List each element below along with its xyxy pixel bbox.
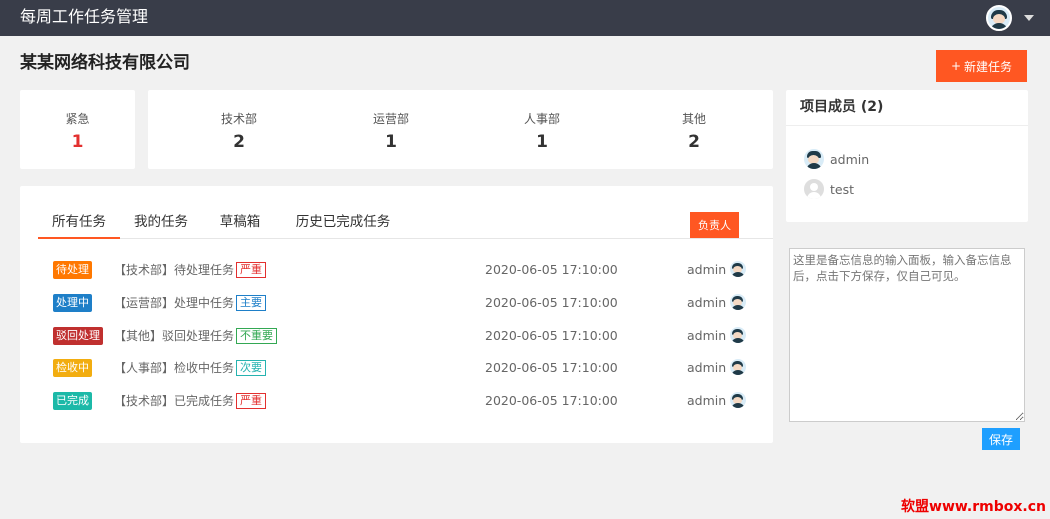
stat-value: 1: [536, 132, 548, 152]
owner-avatar-icon: [729, 391, 747, 409]
task-title[interactable]: 【技术部】已完成任务 严重: [114, 392, 267, 410]
task-owner: admin: [687, 393, 727, 408]
stat-tech: 技术部 2: [178, 90, 300, 169]
task-row[interactable]: 待处理 【技术部】待处理任务 严重 2020-06-05 17:10:00 adm…: [20, 254, 773, 286]
task-tabs: 所有任务 我的任务 草稿箱 历史已完成任务: [38, 208, 773, 239]
stat-operations: 运营部 1: [330, 90, 452, 169]
task-title[interactable]: 【其他】驳回处理任务 不重要: [114, 327, 278, 345]
task-panel: 所有任务 我的任务 草稿箱 历史已完成任务 负责人 待处理 【技术部】待处理任务…: [20, 186, 773, 443]
task-owner: admin: [687, 360, 727, 375]
task-owner: admin: [687, 328, 727, 343]
owner-avatar-icon: [729, 326, 747, 344]
status-badge: 驳回处理: [53, 327, 103, 345]
task-title-text: 【人事部】检收中任务: [114, 361, 235, 375]
task-row[interactable]: 驳回处理 【其他】驳回处理任务 不重要 2020-06-05 17:10:00 a…: [20, 320, 773, 352]
urgent-stat-card: 紧急 1: [20, 90, 135, 169]
stat-other: 其他 2: [633, 90, 755, 169]
new-task-button[interactable]: + 新建任务: [936, 50, 1027, 82]
task-row[interactable]: 处理中 【运营部】处理中任务 主要 2020-06-05 17:10:00 adm…: [20, 287, 773, 319]
status-badge: 处理中: [53, 294, 92, 312]
task-title-text: 【其他】驳回处理任务: [114, 329, 235, 343]
member-item-test[interactable]: test: [803, 178, 854, 200]
owner-avatar-icon: [729, 293, 747, 311]
tab-all-tasks[interactable]: 所有任务: [38, 208, 120, 239]
user-avatar-icon[interactable]: [986, 5, 1012, 31]
task-time: 2020-06-05 17:10:00: [485, 360, 618, 375]
status-badge: 待处理: [53, 261, 92, 279]
department-stats-card: 技术部 2 运营部 1 人事部 1 其他 2: [148, 90, 773, 169]
watermark-text: 软盟www.rmbox.cn: [901, 499, 1046, 515]
task-title[interactable]: 【运营部】处理中任务 主要: [114, 294, 267, 312]
task-owner: admin: [687, 295, 727, 310]
stat-label: 其他: [681, 112, 706, 126]
task-time: 2020-06-05 17:10:00: [485, 262, 618, 277]
stat-urgent: 紧急 1: [20, 90, 135, 169]
member-name: test: [830, 181, 855, 197]
stat-value: 2: [688, 132, 700, 152]
tab-my-tasks[interactable]: 我的任务: [124, 208, 198, 239]
priority-badge: 次要: [236, 360, 267, 376]
status-badge: 已完成: [53, 392, 92, 410]
priority-badge: 不重要: [236, 328, 278, 344]
tab-history-completed[interactable]: 历史已完成任务: [288, 208, 398, 239]
owner-avatar-icon: [729, 358, 747, 376]
owner-avatar-icon: [729, 260, 747, 278]
stat-label: 人事部: [523, 112, 560, 126]
company-name: 某某网络科技有限公司: [20, 53, 190, 73]
task-time: 2020-06-05 17:10:00: [485, 295, 618, 310]
stat-label: 运营部: [372, 112, 409, 126]
owner-filter-button[interactable]: 负责人: [690, 212, 739, 238]
divider: [786, 125, 1028, 126]
stat-value: 2: [233, 132, 245, 152]
plus-icon: +: [950, 59, 962, 73]
task-time: 2020-06-05 17:10:00: [485, 328, 618, 343]
stat-value: 1: [385, 132, 397, 152]
members-title: 项目成员 (2): [800, 99, 884, 115]
tab-drafts[interactable]: 草稿箱: [208, 208, 272, 239]
user-menu[interactable]: [986, 4, 1034, 32]
stat-label: 紧急: [65, 112, 90, 126]
save-memo-button[interactable]: 保存: [982, 428, 1020, 450]
new-task-label: 新建任务: [964, 59, 1013, 74]
task-row[interactable]: 已完成 【技术部】已完成任务 严重 2020-06-05 17:10:00 adm…: [20, 385, 773, 417]
stat-hr: 人事部 1: [481, 90, 603, 169]
task-title-text: 【运营部】处理中任务: [114, 296, 235, 310]
task-owner: admin: [687, 262, 727, 277]
members-panel: 项目成员 (2) admin test: [786, 90, 1028, 222]
task-time: 2020-06-05 17:10:00: [485, 393, 618, 408]
task-title[interactable]: 【人事部】检收中任务 次要: [114, 359, 267, 377]
top-navbar: 每周工作任务管理: [0, 0, 1050, 36]
memo-input[interactable]: [789, 248, 1025, 422]
caret-down-icon[interactable]: [1024, 15, 1034, 21]
stat-label: 技术部: [220, 112, 257, 126]
priority-badge: 严重: [236, 262, 267, 278]
task-title-text: 【技术部】待处理任务: [114, 263, 235, 277]
task-title-text: 【技术部】已完成任务: [114, 394, 235, 408]
status-badge: 检收中: [53, 359, 92, 377]
task-row[interactable]: 检收中 【人事部】检收中任务 次要 2020-06-05 17:10:00 adm…: [20, 352, 773, 384]
app-title: 每周工作任务管理: [20, 7, 149, 26]
stat-value: 1: [71, 132, 84, 152]
default-avatar-icon: [803, 178, 825, 200]
member-name: admin: [830, 151, 870, 167]
task-title[interactable]: 【技术部】待处理任务 严重: [114, 261, 267, 279]
priority-badge: 主要: [236, 295, 267, 311]
member-item-admin[interactable]: admin: [803, 148, 869, 170]
avatar-icon: [803, 148, 825, 170]
priority-badge: 严重: [236, 393, 267, 409]
